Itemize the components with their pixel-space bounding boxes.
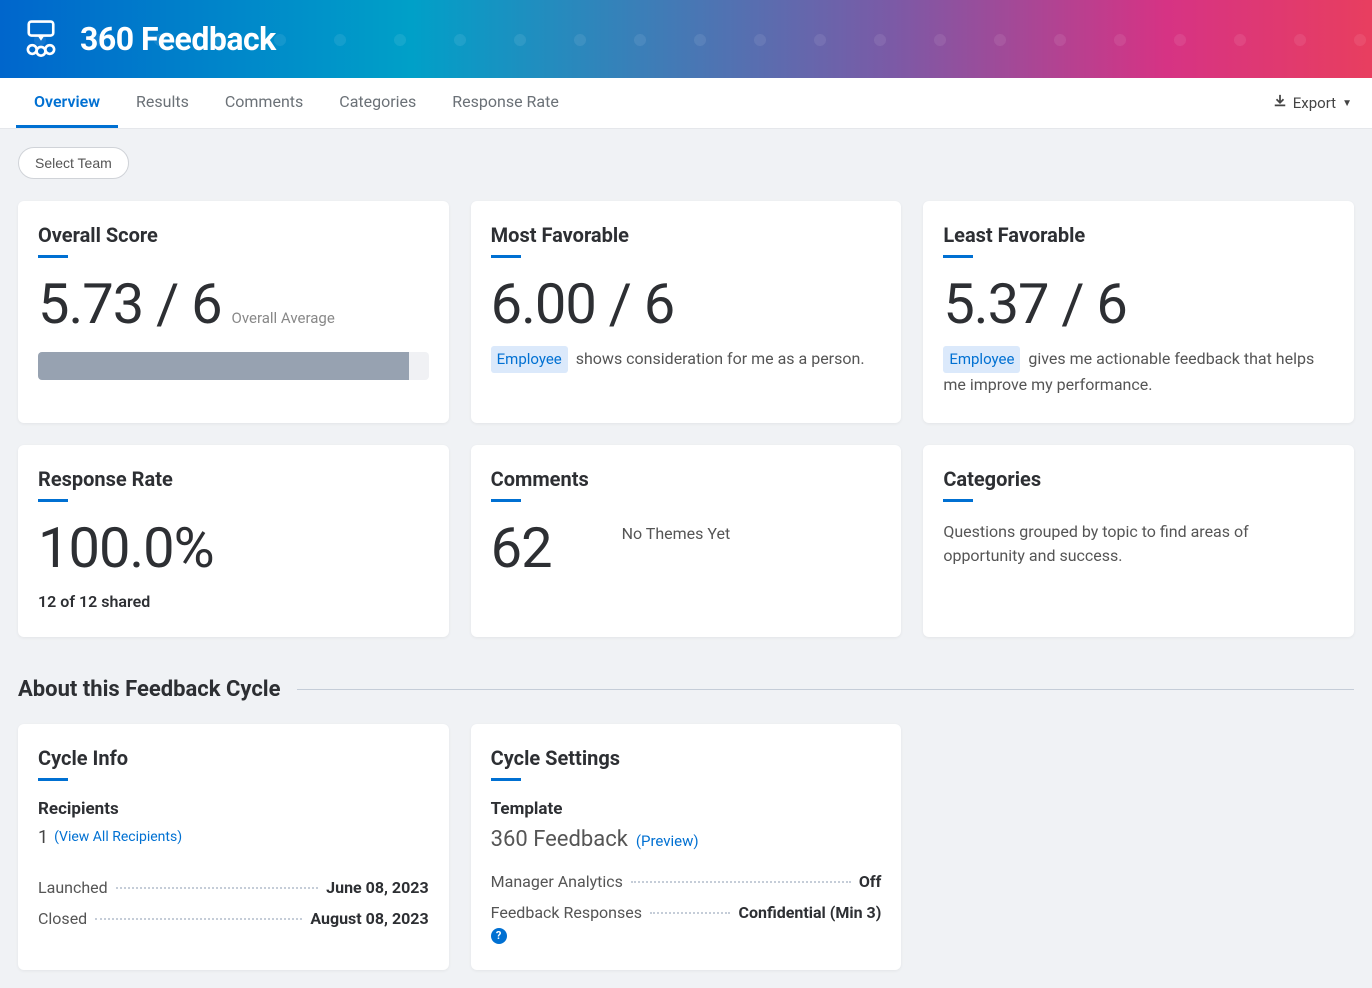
no-themes-text: No Themes Yet — [622, 524, 731, 543]
section-divider — [297, 689, 1355, 690]
card-underline — [38, 499, 68, 502]
categories-card[interactable]: Categories Questions grouped by topic to… — [923, 445, 1354, 637]
card-underline — [491, 778, 521, 781]
page-title: 360 Feedback — [80, 20, 276, 58]
tab-response-rate[interactable]: Response Rate — [434, 78, 577, 128]
launched-label: Launched — [38, 878, 108, 897]
card-title: Comments — [491, 467, 882, 491]
card-underline — [491, 255, 521, 258]
about-section-header: About this Feedback Cycle — [18, 677, 1354, 702]
cycle-info-card: Cycle Info Recipients 1 (View All Recipi… — [18, 724, 449, 970]
most-favorable-card[interactable]: Most Favorable 6.00 / 6 Employee shows c… — [471, 201, 902, 423]
launched-value: June 08, 2023 — [326, 878, 428, 897]
comments-count: 62 — [491, 520, 552, 576]
view-all-recipients-link[interactable]: (View All Recipients) — [54, 829, 182, 845]
response-rate-value: 100.0% — [38, 520, 429, 576]
dots-divider — [631, 881, 851, 883]
template-heading: Template — [491, 799, 882, 819]
comments-card[interactable]: Comments 62 No Themes Yet — [471, 445, 902, 637]
tab-results[interactable]: Results — [118, 78, 207, 128]
dots-divider — [95, 918, 302, 920]
card-title: Response Rate — [38, 467, 429, 491]
most-favorable-question: shows consideration for me as a person. — [576, 349, 865, 368]
manager-analytics-label: Manager Analytics — [491, 872, 623, 891]
least-favorable-text: Employee gives me actionable feedback th… — [943, 346, 1334, 397]
tab-comments[interactable]: Comments — [207, 78, 321, 128]
employee-tag: Employee — [943, 346, 1020, 373]
feedback-responses-label: Feedback Responses — [491, 903, 642, 922]
most-favorable-value: 6.00 / 6 — [491, 276, 675, 332]
tabs-bar: Overview Results Comments Categories Res… — [0, 78, 1372, 129]
template-name: 360 Feedback — [491, 827, 628, 852]
cycle-grid: Cycle Info Recipients 1 (View All Recipi… — [18, 724, 1354, 970]
card-underline — [38, 778, 68, 781]
progress-bar — [38, 352, 429, 380]
help-icon[interactable]: ? — [491, 928, 507, 944]
recipients-count: 1 — [38, 827, 48, 848]
cards-grid: Overall Score 5.73 / 6 Overall Average M… — [18, 201, 1354, 637]
overall-score-value: 5.73 / 6 — [38, 276, 222, 332]
overall-score-suffix: Overall Average — [232, 309, 335, 327]
feedback-icon — [20, 18, 62, 60]
tabs: Overview Results Comments Categories Res… — [16, 78, 577, 128]
most-favorable-text: Employee shows consideration for me as a… — [491, 346, 882, 373]
feedback-responses-value: Confidential (Min 3) — [738, 903, 881, 922]
dots-divider — [650, 912, 730, 914]
cycle-settings-card: Cycle Settings Template 360 Feedback (Pr… — [471, 724, 902, 970]
section-title: About this Feedback Cycle — [18, 677, 281, 702]
card-underline — [491, 499, 521, 502]
response-rate-card[interactable]: Response Rate 100.0% 12 of 12 shared — [18, 445, 449, 637]
card-title: Least Favorable — [943, 223, 1334, 247]
manager-analytics-value: Off — [859, 872, 881, 891]
overall-score-card[interactable]: Overall Score 5.73 / 6 Overall Average — [18, 201, 449, 423]
dots-divider — [116, 887, 319, 889]
export-button[interactable]: Export ▼ — [1269, 86, 1356, 120]
card-title: Overall Score — [38, 223, 429, 247]
tab-overview[interactable]: Overview — [16, 78, 118, 128]
card-title: Cycle Info — [38, 746, 429, 770]
empty-cell — [923, 724, 1354, 970]
least-favorable-card[interactable]: Least Favorable 5.37 / 6 Employee gives … — [923, 201, 1354, 423]
caret-down-icon: ▼ — [1342, 98, 1352, 109]
least-favorable-value: 5.37 / 6 — [943, 276, 1127, 332]
main-content: Select Team Overall Score 5.73 / 6 Overa… — [0, 129, 1372, 988]
progress-fill — [38, 352, 409, 380]
employee-tag: Employee — [491, 346, 568, 373]
card-title: Most Favorable — [491, 223, 882, 247]
card-title: Categories — [943, 467, 1334, 491]
card-underline — [943, 499, 973, 502]
tab-categories[interactable]: Categories — [321, 78, 434, 128]
closed-value: August 08, 2023 — [310, 909, 428, 928]
card-underline — [38, 255, 68, 258]
card-title: Cycle Settings — [491, 746, 882, 770]
closed-label: Closed — [38, 909, 87, 928]
recipients-heading: Recipients — [38, 799, 429, 819]
categories-text: Questions grouped by topic to find areas… — [943, 520, 1334, 568]
download-icon — [1273, 94, 1287, 112]
app-header: 360 Feedback — [0, 0, 1372, 78]
preview-link[interactable]: (Preview) — [636, 832, 699, 850]
response-rate-sub: 12 of 12 shared — [38, 592, 429, 611]
card-underline — [943, 255, 973, 258]
select-team-button[interactable]: Select Team — [18, 147, 129, 179]
export-label: Export — [1293, 94, 1336, 112]
